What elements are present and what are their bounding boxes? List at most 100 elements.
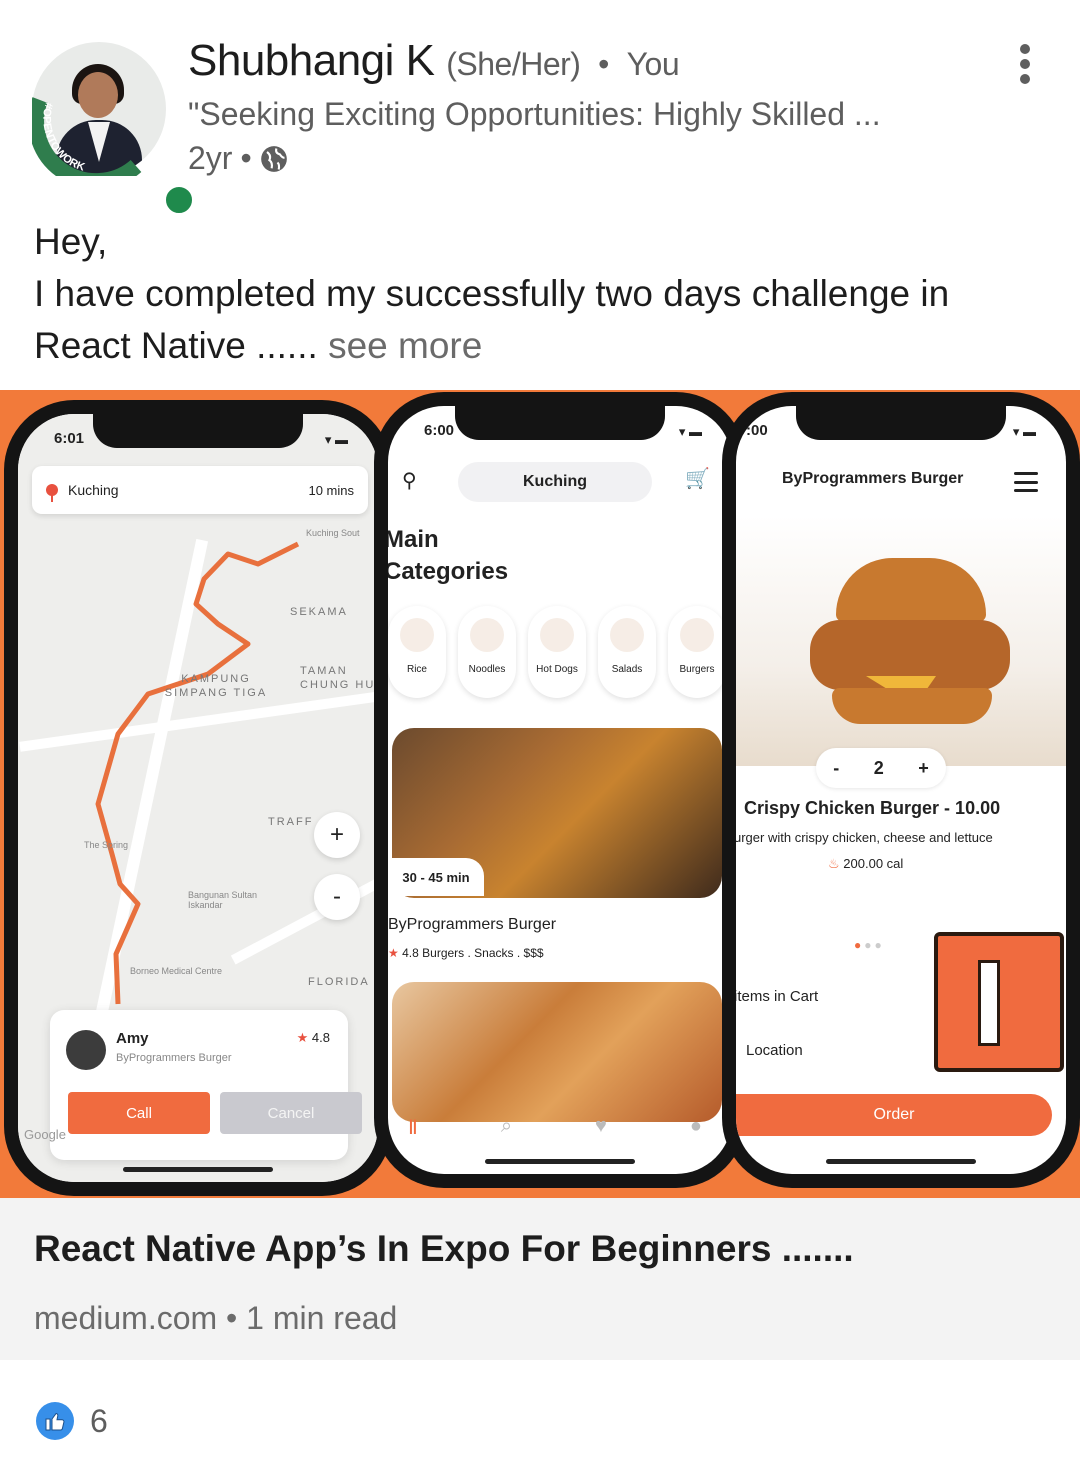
burger-icon [680,618,714,652]
restaurant-rating: 4.8 [402,946,419,960]
phone-detail-screen: :00 ▾ ▬ ByProgrammers Burger - 2 + Crisp… [722,392,1080,1188]
search-icon[interactable]: ⌕ [501,1115,512,1140]
category-list: Rice Noodles Hot Dogs Salads Burgers [388,606,726,698]
more-options-button[interactable] [1006,40,1044,88]
location-pin-icon [46,484,58,502]
map-area-label: SEKAMA [290,606,348,618]
zoom-out-button[interactable]: - [314,874,360,920]
rice-icon [400,618,434,652]
restaurant-name[interactable]: ByProgrammers Burger [388,916,556,934]
order-button[interactable]: Order [736,1094,1052,1136]
post-text-line-last: React Native ...... see more [34,320,1054,372]
map-credit: Google [24,1127,66,1142]
status-bar-time: :00 [746,422,768,439]
reaction-count: 6 [90,1402,108,1439]
status-icons: ▾ ▬ [324,432,348,447]
item-description: urger with crispy chicken, cheese and le… [736,830,993,845]
map-area-label: FLORIDA [308,976,370,988]
category-label: Rice [406,664,427,675]
category-hotdogs[interactable]: Hot Dogs [528,606,586,698]
basket-icon[interactable]: 🛒 [685,466,710,491]
driver-avatar [66,1030,106,1070]
map-area-label: KAMPUNG SIMPANG TIGA [164,673,268,699]
link-source: medium.com [34,1300,218,1336]
driver-card: Amy ByProgrammers Burger ★ 4.8 Call Canc… [50,1010,362,1160]
restaurant-image[interactable] [392,982,722,1122]
category-noodles[interactable]: Noodles [458,606,516,698]
noodles-icon [470,618,504,652]
author-name-line[interactable]: Shubhangi K (She/Her) • You [188,36,680,86]
pagination-dots: ●●● [854,938,885,952]
author-avatar[interactable]: #OPENTOWORK [32,42,196,217]
post-age: 2yr [188,140,233,176]
overlay-graphic [934,932,1064,1072]
location-label: Location [746,1042,803,1059]
location-selector[interactable]: Kuching [458,462,652,502]
hotdog-icon [540,618,574,652]
link-title[interactable]: React Native App’s In Expo For Beginners… [34,1228,854,1270]
heart-icon[interactable]: ♥ [595,1115,607,1140]
restaurant-tags: Burgers . Snacks . $$$ [422,946,544,960]
categories-header: ⚲ Kuching 🛒 [388,456,732,506]
cutlery-icon[interactable]: Ⅱ [408,1115,418,1140]
main-categories-title: Main Categories [388,524,508,588]
delivery-time-pill: 30 - 45 min [388,858,484,896]
driver-rating-value: 4.8 [311,1030,330,1045]
location-name: Kuching [68,482,119,498]
detail-header: ByProgrammers Burger [736,466,1066,506]
category-label: Salads [611,664,643,675]
post-meta-separator: • [240,140,252,176]
post-text[interactable]: Hey, I have completed my successfully tw… [34,216,1054,372]
status-bar-time: 6:01 [54,430,85,447]
scooter-icon[interactable]: ⚲ [402,468,417,493]
map-area-label: TRAFF [268,816,314,828]
dot-icon [1020,59,1030,69]
link-read-time: 1 min read [246,1300,398,1336]
reactions-summary[interactable]: 6 [36,1402,108,1440]
location-bar[interactable]: Kuching 10 mins [32,466,368,514]
post-text-line: I have completed my successfully two day… [34,273,950,314]
cart-label: items in Cart [736,988,819,1005]
category-label: Hot Dogs [536,664,578,675]
post-image[interactable]: SEKAMA KAMPUNG SIMPANG TIGA TAMAN CHUNG … [0,390,1080,1198]
author-name[interactable]: Shubhangi K [188,36,435,85]
driver-rating: ★ 4.8 [297,1030,330,1046]
globe-icon [260,145,287,172]
see-more-link[interactable]: see more [328,325,482,366]
star-icon: ★ [296,1030,309,1045]
category-burgers[interactable]: Burgers [668,606,726,698]
map-place-label: Kuching Sout [306,528,360,538]
title-line: Main [388,526,439,553]
link-preview[interactable]: React Native App’s In Expo For Beginners… [0,1198,1080,1360]
increase-button[interactable]: + [918,758,929,779]
category-salads[interactable]: Salads [598,606,656,698]
author-headline: "Seeking Exciting Opportunities: Highly … [188,96,881,132]
phone-map-screen: SEKAMA KAMPUNG SIMPANG TIGA TAMAN CHUNG … [4,400,392,1196]
salad-icon [610,618,644,652]
detail-title: ByProgrammers Burger [782,470,964,487]
decrease-button[interactable]: - [833,758,839,779]
menu-icon[interactable] [1014,472,1038,492]
user-icon[interactable]: ● [690,1115,702,1140]
map-place-label: Bangunan Sultan Iskandar [188,890,258,910]
zoom-in-button[interactable]: + [314,812,360,858]
category-rice[interactable]: Rice [388,606,446,698]
link-separator: • [226,1300,238,1336]
restaurant-meta: ★ 4.8 Burgers . Snacks . $$$ [388,946,544,960]
quantity-stepper: - 2 + [816,748,946,788]
map-place-label: The Spring [84,840,129,850]
dot-icon [1020,44,1030,54]
status-icons: ▾ ▬ [1012,424,1036,439]
item-calories: ♨ 200.00 cal [828,856,903,872]
status-icons: ▾ ▬ [678,424,702,439]
post-text-line: Hey, [34,221,108,262]
category-label: Burgers [679,664,715,675]
fire-icon: ♨ [828,856,840,871]
call-button[interactable]: Call [68,1092,210,1134]
burger-image [736,516,1066,766]
author-pronouns: (She/Her) [446,46,581,82]
cancel-button[interactable]: Cancel [220,1092,362,1134]
phone-categories-screen: 6:00 ▾ ▬ ⚲ Kuching 🛒 Main Categories Ric… [374,392,746,1188]
map-area-label: TAMAN CHUNG HU [300,665,376,691]
map-place-label: Borneo Medical Centre [130,966,223,976]
